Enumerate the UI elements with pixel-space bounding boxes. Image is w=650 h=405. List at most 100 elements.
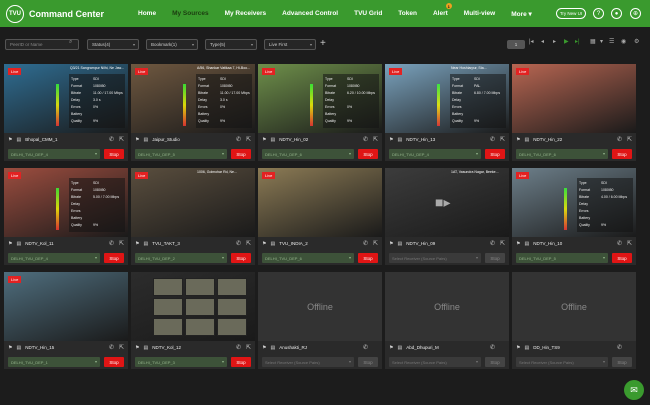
source-preview[interactable]: Live Type SDI Format 1080i50 Bitrate 5.00 / 7.… [4,168,128,237]
external-link-icon[interactable]: ⇱ [246,136,251,143]
app-logo[interactable]: TVU Command Center [6,4,104,23]
nav-item-6[interactable]: Alert 1 [425,0,456,27]
bookmark-icon[interactable]: ⚑ [516,345,520,351]
stop-button[interactable]: Stop [612,149,632,159]
source-preview[interactable]: ■▸ 1AT, Vasundra Nagar, Beeke... [385,168,509,237]
stop-button[interactable]: Stop [612,357,632,367]
bookmark-icon[interactable]: ⚑ [135,137,139,143]
type-filter[interactable]: Type(5) ▾ [205,39,257,50]
source-preview[interactable]: Offline [258,272,382,341]
receiver-select[interactable]: DELHI_TVU_DEP_4 ▾ [8,253,100,263]
source-card[interactable]: Live Q3/21 Sangrampur Nilhi, Ne Jaw... Typ… [4,64,128,161]
source-preview[interactable]: Offline [512,272,636,341]
source-preview[interactable]: Live Near Hoshiarpur, Sta... Type SDI Format… [385,64,509,133]
page-indicator[interactable]: 1 [507,40,525,49]
receiver-select[interactable]: DELHI_TVU_DEP_4 ▾ [389,149,481,159]
receiver-select[interactable]: DELHI_TVU_DEP_6 ▾ [262,253,354,263]
list-view-icon[interactable]: ☰ [609,38,614,45]
external-link-icon[interactable]: ⇱ [119,240,124,247]
external-link-icon[interactable]: ⇱ [500,240,505,247]
source-card[interactable]: ■▸ 1AT, Vasundra Nagar, Beeke... ⚑ ▤ NDTV_Hi… [385,168,509,265]
nav-item-8[interactable]: More ▾ [503,0,540,27]
source-card[interactable]: Live ⚑ ▤ NDTV_Hin_15 ✆ ⇱ DELHI_TVU_DEP_1 ▾ Stop [4,272,128,369]
settings-icon[interactable]: ⚙ [634,38,639,45]
record-icon[interactable]: ◉ [621,38,626,45]
bookmark-icon[interactable]: ⚑ [135,241,139,247]
prev-page-icon[interactable]: ◂ [541,38,544,45]
receiver-select[interactable]: DELHI_TVU_DEP_6 ▾ [516,149,608,159]
receiver-select[interactable]: DELHI_TVU_DEP_3 ▾ [135,357,227,367]
stop-button[interactable]: Stop [358,357,378,367]
phone-icon[interactable]: ✆ [236,344,241,351]
external-link-icon[interactable]: ⇱ [500,136,505,143]
source-card[interactable]: Live Near Hoshiarpur, Sta... Type SDI Format… [385,64,509,161]
first-page-icon[interactable]: |◂ [529,38,534,45]
bookmark-icon[interactable]: ⚑ [262,345,266,351]
add-filter-icon[interactable]: + [320,38,326,49]
phone-icon[interactable]: ✆ [490,240,495,247]
source-preview[interactable]: Live [512,64,636,133]
stop-button[interactable]: Stop [485,357,505,367]
source-card[interactable]: Live Type SDI Format 1080i50 Bitrate 4.00 / 6.… [512,168,636,265]
stop-button[interactable]: Stop [104,149,124,159]
bookmark-icon[interactable]: ⚑ [262,241,266,247]
source-card[interactable]: Offline ⚑ ▤ DD_Hin_TS9 ✆ Select Receiver (Sou… [512,272,636,369]
nav-item-3[interactable]: Advanced Control [274,0,346,27]
source-preview[interactable]: Live Q3/21 Sangrampur Nilhi, Ne Jaw... Typ… [4,64,128,133]
source-preview[interactable]: Live 1006, Golmohar Rd, Ne... [131,168,255,237]
stop-button[interactable]: Stop [485,149,505,159]
phone-icon[interactable]: ✆ [363,344,368,351]
source-preview[interactable]: Live Type SDI Format 1080i50 Bitrate 4.00 / 6.… [512,168,636,237]
grid-view-icon[interactable]: ▦ [590,38,596,45]
help-icon[interactable]: ? [593,8,604,19]
bookmark-icon[interactable]: ⚑ [262,137,266,143]
external-link-icon[interactable]: ⇱ [246,240,251,247]
stop-button[interactable]: Stop [612,253,632,263]
phone-icon[interactable]: ✆ [617,344,622,351]
stop-button[interactable]: Stop [231,357,251,367]
stop-button[interactable]: Stop [358,253,378,263]
source-card[interactable]: Offline ⚑ ▤ Anushakti_RJ ✆ Select Receiver (S… [258,272,382,369]
nav-item-2[interactable]: My Receivers [217,0,275,27]
bookmark-filter[interactable]: Bookmark(1) ▾ [146,39,198,50]
receiver-select[interactable]: DELHI_TVU_DEP_4 ▾ [8,149,100,159]
receiver-select[interactable]: DELHI_TVU_DEP_1 ▾ [8,357,100,367]
phone-icon[interactable]: ✆ [363,136,368,143]
bookmark-icon[interactable]: ⚑ [389,241,393,247]
phone-icon[interactable]: ✆ [490,344,495,351]
external-link-icon[interactable]: ⇱ [246,344,251,351]
stop-button[interactable]: Stop [485,253,505,263]
bookmark-icon[interactable]: ⚑ [8,345,12,351]
phone-icon[interactable]: ✆ [109,136,114,143]
source-preview[interactable]: Offline [385,272,509,341]
bookmark-icon[interactable]: ⚑ [8,241,12,247]
external-link-icon[interactable]: ⇱ [627,136,632,143]
phone-icon[interactable]: ✆ [617,136,622,143]
bookmark-icon[interactable]: ⚑ [516,137,520,143]
source-card[interactable]: Offline ⚑ ▤ Abd_Dhupuri_M ✆ Select Receiver (… [385,272,509,369]
receiver-select[interactable]: DELHI_TVU_DEP_5 ▾ [135,149,227,159]
source-card[interactable]: Live ⚑ ▤ NDTV_Hin_22 ✆ ⇱ DELHI_TVU_DEP_6 ▾ Stop [512,64,636,161]
sort-select[interactable]: Live First ▾ [264,39,316,50]
receiver-select[interactable]: DELHI_TVU_DEP_2 ▾ [135,253,227,263]
external-link-icon[interactable]: ⇱ [627,240,632,247]
globe-icon[interactable]: ⊕ [630,8,641,19]
next-page-icon[interactable]: ▸ [553,38,556,45]
phone-icon[interactable]: ✆ [617,240,622,247]
external-link-icon[interactable]: ⇱ [119,136,124,143]
nav-item-7[interactable]: Multi-view [456,0,503,27]
external-link-icon[interactable]: ⇱ [373,240,378,247]
last-page-icon[interactable]: ▸| [575,38,580,45]
phone-icon[interactable]: ✆ [236,240,241,247]
source-preview[interactable]: Live [4,272,128,341]
nav-item-0[interactable]: Home [130,0,164,27]
receiver-select[interactable]: DELHI_TVU_DEP_6 ▾ [262,149,354,159]
source-card[interactable]: Live A/56, Shankar Vatikaa 7, Hi-Boo... Ty… [131,64,255,161]
bookmark-icon[interactable]: ⚑ [8,137,12,143]
source-preview[interactable]: Live [258,168,382,237]
receiver-select[interactable]: DELHI_TVU_DEP_5 ▾ [516,253,608,263]
stop-button[interactable]: Stop [104,357,124,367]
nav-item-5[interactable]: Token [390,0,425,27]
play-icon[interactable]: ▶ [564,38,569,45]
stop-button[interactable]: Stop [231,149,251,159]
